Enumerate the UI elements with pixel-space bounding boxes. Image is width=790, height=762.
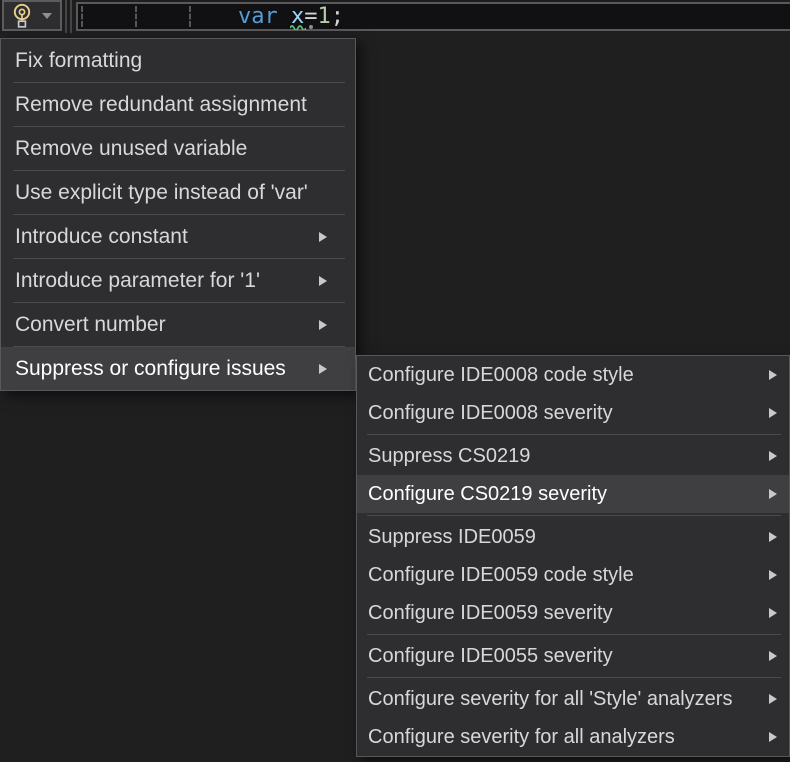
submenu-arrow-icon bbox=[769, 408, 777, 418]
submenu-arrow-icon bbox=[319, 232, 327, 242]
menu-item-label: Configure IDE0055 severity bbox=[368, 645, 613, 668]
submenu-item-configure-severity-style-analyzers[interactable]: Configure severity for all 'Style' analy… bbox=[357, 680, 789, 718]
indent-guide bbox=[189, 6, 191, 27]
editor-margin-line bbox=[65, 0, 67, 33]
menu-item-label: Remove redundant assignment bbox=[15, 93, 307, 117]
menu-item-remove-unused-variable[interactable]: Remove unused variable bbox=[1, 127, 355, 170]
squiggle-underline-icon bbox=[290, 23, 306, 30]
menu-item-label: Configure CS0219 severity bbox=[368, 483, 607, 506]
menu-item-label: Configure IDE0008 severity bbox=[368, 402, 613, 425]
submenu-arrow-icon bbox=[769, 370, 777, 380]
submenu-item-suppress-cs0219[interactable]: Suppress CS0219 bbox=[357, 437, 789, 475]
submenu-item-configure-ide0008-severity[interactable]: Configure IDE0008 severity bbox=[357, 394, 789, 432]
menu-item-label: Configure IDE0059 code style bbox=[368, 564, 634, 587]
menu-separator bbox=[367, 515, 781, 516]
submenu-item-configure-cs0219-severity[interactable]: Configure CS0219 severity bbox=[357, 475, 789, 513]
menu-item-label: Suppress CS0219 bbox=[368, 445, 530, 468]
menu-item-label: Introduce constant bbox=[15, 225, 188, 249]
menu-item-label: Introduce parameter for '1' bbox=[15, 269, 260, 293]
submenu-item-configure-ide0059-code-style[interactable]: Configure IDE0059 code style bbox=[357, 556, 789, 594]
menu-item-suppress-or-configure-issues[interactable]: Suppress or configure issues bbox=[1, 347, 355, 390]
submenu-item-configure-ide0055-severity[interactable]: Configure IDE0055 severity bbox=[357, 637, 789, 675]
submenu-arrow-icon bbox=[319, 364, 327, 374]
submenu-arrow-icon bbox=[769, 608, 777, 618]
lightbulb-icon bbox=[11, 3, 33, 29]
submenu-arrow-icon bbox=[769, 732, 777, 742]
code-token-number: 1 bbox=[318, 4, 331, 29]
code-token-keyword: var bbox=[238, 4, 278, 29]
submenu-arrow-icon bbox=[769, 451, 777, 461]
dropdown-arrow-icon[interactable] bbox=[42, 13, 52, 19]
menu-item-introduce-parameter[interactable]: Introduce parameter for '1' bbox=[1, 259, 355, 302]
menu-item-label: Fix formatting bbox=[15, 49, 142, 73]
menu-item-label: Configure severity for all analyzers bbox=[368, 726, 675, 749]
submenu-arrow-icon bbox=[769, 694, 777, 704]
submenu-arrow-icon bbox=[769, 489, 777, 499]
menu-item-convert-number[interactable]: Convert number bbox=[1, 303, 355, 346]
submenu-item-configure-ide0008-code-style[interactable]: Configure IDE0008 code style bbox=[357, 356, 789, 394]
menu-item-introduce-constant[interactable]: Introduce constant bbox=[1, 215, 355, 258]
submenu-arrow-icon bbox=[769, 570, 777, 580]
menu-separator bbox=[367, 634, 781, 635]
submenu-arrow-icon bbox=[319, 320, 327, 330]
indent-guide bbox=[135, 6, 137, 27]
menu-item-label: Convert number bbox=[15, 313, 166, 337]
menu-separator bbox=[367, 434, 781, 435]
code-token-space bbox=[278, 4, 291, 29]
current-line-highlight[interactable]: var x=1; bbox=[76, 2, 790, 31]
menu-separator bbox=[367, 677, 781, 678]
menu-item-label: Suppress or configure issues bbox=[15, 357, 286, 381]
suppress-configure-submenu: Configure IDE0008 code style Configure I… bbox=[356, 355, 790, 757]
menu-item-label: Configure IDE0059 severity bbox=[368, 602, 613, 625]
vs-quick-actions-screen: var x=1; Fix formatting Remove redundant… bbox=[0, 0, 790, 762]
quick-actions-menu: Fix formatting Remove redundant assignme… bbox=[0, 38, 356, 391]
submenu-arrow-icon bbox=[769, 651, 777, 661]
menu-item-use-explicit-type[interactable]: Use explicit type instead of 'var' bbox=[1, 171, 355, 214]
menu-item-label: Configure severity for all 'Style' analy… bbox=[368, 688, 732, 711]
menu-item-label: Use explicit type instead of 'var' bbox=[15, 181, 308, 205]
menu-item-label: Configure IDE0008 code style bbox=[368, 364, 634, 387]
menu-item-fix-formatting[interactable]: Fix formatting bbox=[1, 39, 355, 82]
editor-code-line-strip: var x=1; bbox=[0, 0, 790, 33]
menu-item-label: Remove unused variable bbox=[15, 137, 247, 161]
submenu-arrow-icon bbox=[319, 276, 327, 286]
submenu-item-suppress-ide0059[interactable]: Suppress IDE0059 bbox=[357, 518, 789, 556]
submenu-item-configure-severity-all-analyzers[interactable]: Configure severity for all analyzers bbox=[357, 718, 789, 756]
editor-margin-line bbox=[70, 0, 72, 33]
code-token-semicolon: ; bbox=[331, 4, 344, 29]
menu-item-remove-redundant-assignment[interactable]: Remove redundant assignment bbox=[1, 83, 355, 126]
submenu-item-configure-ide0059-severity[interactable]: Configure IDE0059 severity bbox=[357, 594, 789, 632]
menu-item-label: Suppress IDE0059 bbox=[368, 526, 536, 549]
suggestion-dot-icon bbox=[309, 25, 313, 29]
indent-guide bbox=[81, 6, 83, 27]
quick-actions-lightbulb-button[interactable] bbox=[2, 0, 62, 31]
submenu-arrow-icon bbox=[769, 532, 777, 542]
